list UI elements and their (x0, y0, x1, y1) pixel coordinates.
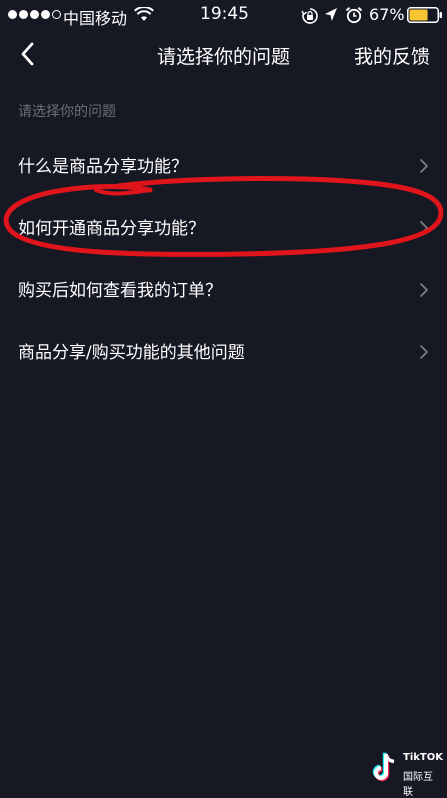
carrier-name: 中国移动 (63, 9, 128, 28)
battery-percentage: 67% (369, 5, 405, 24)
question-label: 商品分享/购买功能的其他问题 (18, 343, 245, 363)
signal-strength-icon (8, 10, 61, 19)
status-bar: 中国移动 19:45 67% (0, 0, 447, 30)
question-label: 如何开通商品分享功能？ (18, 219, 205, 239)
tiktok-logo-icon (372, 752, 395, 782)
my-feedback-button[interactable]: 我的反馈 (354, 42, 430, 69)
chevron-right-icon (420, 221, 428, 235)
question-label: 购买后如何查看我的订单？ (18, 281, 222, 301)
question-item-view-my-orders[interactable]: 购买后如何查看我的订单？ (0, 258, 447, 320)
navigation-bar: 请选择你的问题 我的反馈 (0, 30, 447, 78)
watermark-subtitle: 国际互联 (403, 772, 433, 798)
chevron-right-icon (420, 283, 428, 297)
alarm-clock-icon (345, 6, 363, 28)
chevron-right-icon (420, 345, 428, 359)
question-label: 什么是商品分享功能？ (18, 157, 188, 177)
watermark-brand: TikTOK (403, 752, 443, 763)
chevron-right-icon (420, 159, 428, 173)
question-item-other-questions[interactable]: 商品分享/购买功能的其他问题 (0, 320, 447, 382)
question-item-what-is-product-sharing[interactable]: 什么是商品分享功能？ (0, 134, 447, 196)
battery-icon (407, 7, 443, 27)
question-item-how-to-enable-product-sharing[interactable]: 如何开通商品分享功能？ (0, 196, 447, 258)
tiktok-watermark: TikTOK 国际互联 (372, 750, 443, 798)
rotation-lock-icon (301, 7, 319, 29)
location-arrow-icon (324, 7, 338, 27)
section-header: 请选择你的问题 (18, 104, 116, 120)
question-list: 什么是商品分享功能？ 如何开通商品分享功能？ 购买后如何查看我的订单？ 商品分享… (0, 134, 447, 382)
wifi-icon (134, 6, 154, 26)
status-time: 19:45 (200, 4, 249, 24)
